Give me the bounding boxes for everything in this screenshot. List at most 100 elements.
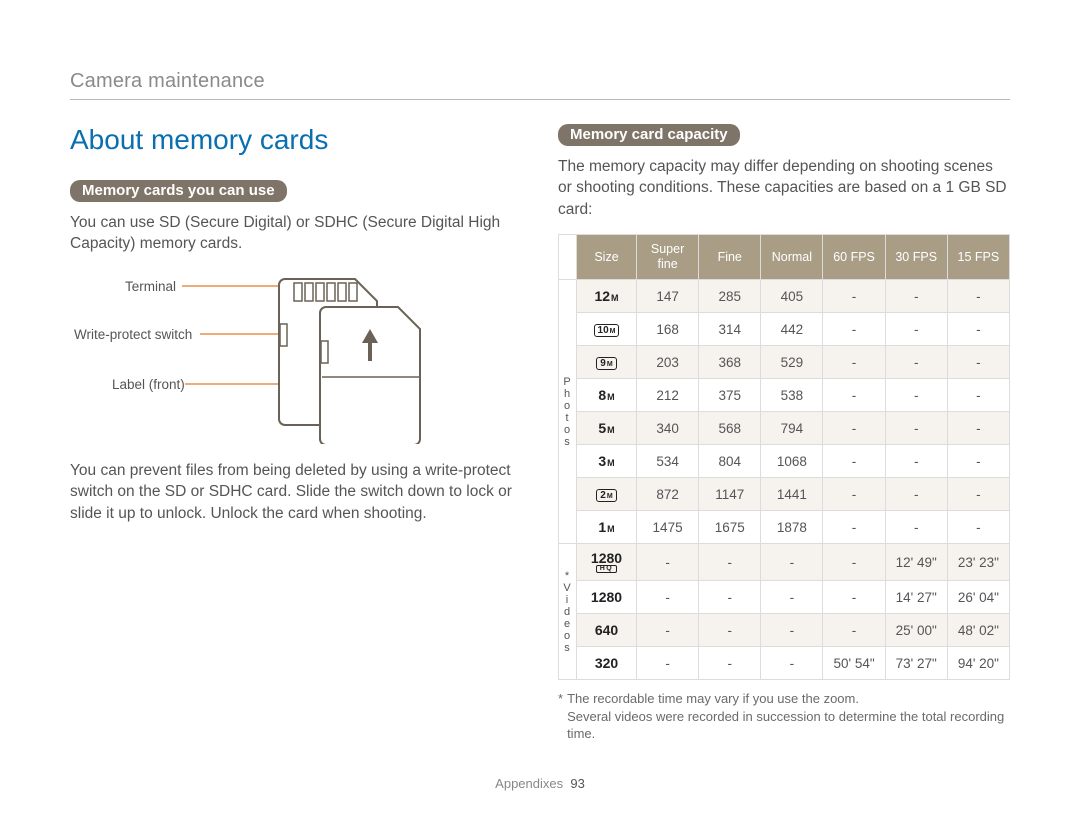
data-cell: 368 (699, 346, 761, 379)
data-cell: 94' 20" (947, 647, 1009, 680)
data-cell: - (823, 412, 885, 445)
table-row: 10M168314442--- (559, 313, 1010, 346)
data-cell: 26' 04" (947, 581, 1009, 614)
data-cell: 23' 23" (947, 544, 1009, 581)
breadcrumb: Camera maintenance (70, 70, 1010, 93)
table-header: Fine (699, 235, 761, 280)
data-cell: - (761, 647, 823, 680)
manual-page: Camera maintenance About memory cards Me… (0, 0, 1080, 815)
size-cell: 3M (577, 445, 637, 478)
data-cell: - (885, 445, 947, 478)
data-cell: 1147 (699, 478, 761, 511)
data-cell: - (885, 412, 947, 445)
data-cell: 1441 (761, 478, 823, 511)
paragraph-write-protect: You can prevent files from being deleted… (70, 460, 522, 524)
data-cell: - (885, 346, 947, 379)
data-cell: - (885, 478, 947, 511)
data-cell: - (699, 581, 761, 614)
subheading-memory-cards-you-can-use: Memory cards you can use (70, 180, 287, 202)
sd-card-diagram: Terminal Write-protect switch Label (fro… (70, 269, 470, 444)
divider (70, 99, 1010, 100)
data-cell: 1475 (637, 511, 699, 544)
size-cell: 1M (577, 511, 637, 544)
data-cell: 1675 (699, 511, 761, 544)
row-group-label: P h o t o s (559, 280, 577, 544)
footnote-text: The recordable time may vary if you use … (567, 690, 1010, 743)
data-cell: 168 (637, 313, 699, 346)
data-cell: - (947, 445, 1009, 478)
data-cell: 538 (761, 379, 823, 412)
data-cell: 340 (637, 412, 699, 445)
footer-page-number: 93 (570, 776, 584, 791)
two-column-layout: About memory cards Memory cards you can … (70, 124, 1010, 743)
table-header: 15 FPS (947, 235, 1009, 280)
table-header: Superfine (637, 235, 699, 280)
table-row: 1M147516751878--- (559, 511, 1010, 544)
data-cell: 25' 00" (885, 614, 947, 647)
table-header: Normal (761, 235, 823, 280)
footnote-star: * (558, 690, 563, 743)
data-cell: 285 (699, 280, 761, 313)
data-cell: - (637, 614, 699, 647)
left-column: About memory cards Memory cards you can … (70, 124, 522, 743)
data-cell: - (761, 544, 823, 581)
data-cell: - (761, 581, 823, 614)
data-cell: - (885, 379, 947, 412)
size-cell: 2M (577, 478, 637, 511)
data-cell: 529 (761, 346, 823, 379)
table-row: 8M212375538--- (559, 379, 1010, 412)
data-cell: 872 (637, 478, 699, 511)
data-cell: - (947, 379, 1009, 412)
data-cell: 14' 27" (885, 581, 947, 614)
capacity-table: SizeSuperfineFineNormal60 FPS30 FPS15 FP… (558, 234, 1010, 680)
table-footnote: * The recordable time may vary if you us… (558, 690, 1010, 743)
data-cell: 568 (699, 412, 761, 445)
data-cell: 794 (761, 412, 823, 445)
table-row: P h o t o s12M147285405--- (559, 280, 1010, 313)
data-cell: 405 (761, 280, 823, 313)
table-header: Size (577, 235, 637, 280)
data-cell: - (823, 511, 885, 544)
data-cell: - (823, 379, 885, 412)
table-header: 60 FPS (823, 235, 885, 280)
data-cell: - (885, 511, 947, 544)
data-cell: - (823, 581, 885, 614)
data-cell: - (885, 280, 947, 313)
data-cell: 375 (699, 379, 761, 412)
paragraph-capacity-intro: The memory capacity may differ depending… (558, 156, 1010, 220)
data-cell: 203 (637, 346, 699, 379)
data-cell: 1878 (761, 511, 823, 544)
data-cell: - (637, 647, 699, 680)
data-cell: - (637, 544, 699, 581)
size-cell: 12M (577, 280, 637, 313)
data-cell: 48' 02" (947, 614, 1009, 647)
data-cell: - (637, 581, 699, 614)
data-cell: - (947, 280, 1009, 313)
paragraph-sd-sdhc: You can use SD (Secure Digital) or SDHC … (70, 212, 522, 255)
data-cell: - (823, 346, 885, 379)
row-group-label: * V i d e o s (559, 544, 577, 680)
size-cell: 8M (577, 379, 637, 412)
data-cell: - (885, 313, 947, 346)
size-cell: 1280HQ (577, 544, 637, 581)
data-cell: 12' 49" (885, 544, 947, 581)
table-row: 1280----14' 27"26' 04" (559, 581, 1010, 614)
table-row: 640----25' 00"48' 02" (559, 614, 1010, 647)
size-cell: 1280 (577, 581, 637, 614)
section-title: About memory cards (70, 124, 522, 156)
data-cell: - (699, 614, 761, 647)
data-cell: - (761, 614, 823, 647)
data-cell: 50' 54" (823, 647, 885, 680)
table-header: 30 FPS (885, 235, 947, 280)
table-row: 3M5348041068--- (559, 445, 1010, 478)
sd-card-icon (70, 269, 470, 444)
data-cell: 804 (699, 445, 761, 478)
size-cell: 640 (577, 614, 637, 647)
data-cell: 442 (761, 313, 823, 346)
data-cell: - (823, 544, 885, 581)
data-cell: - (823, 445, 885, 478)
page-footer: Appendixes 93 (0, 776, 1080, 791)
data-cell: 534 (637, 445, 699, 478)
data-cell: - (823, 614, 885, 647)
data-cell: 314 (699, 313, 761, 346)
